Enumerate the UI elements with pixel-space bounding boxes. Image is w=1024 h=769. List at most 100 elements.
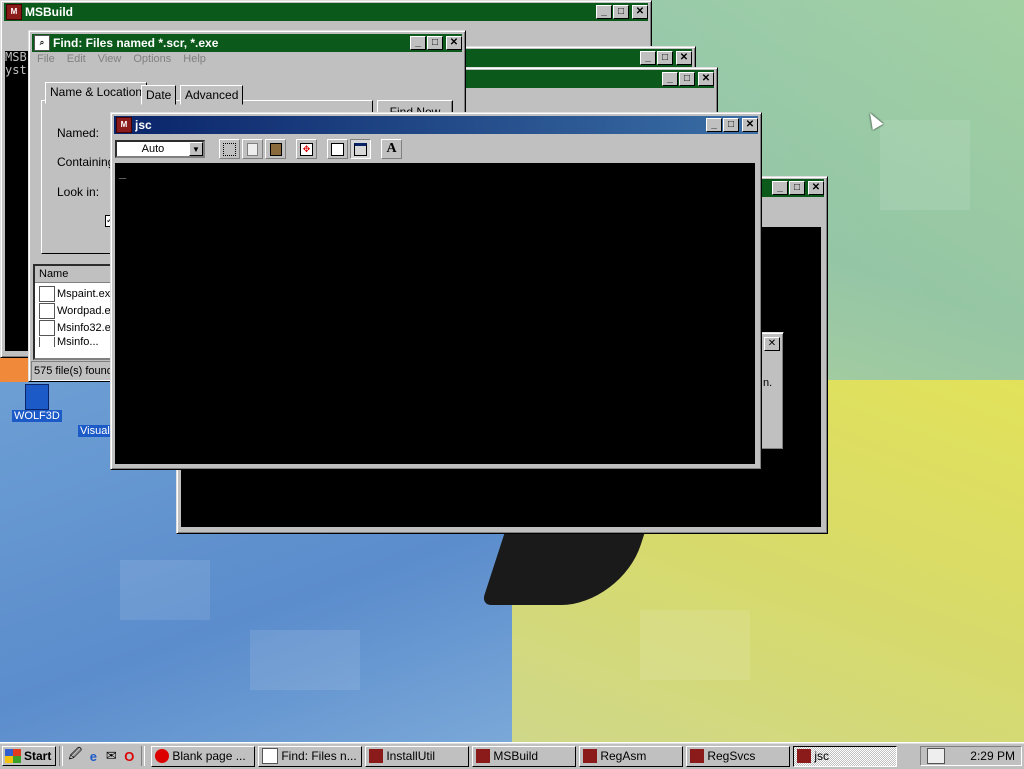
console-icon xyxy=(690,749,705,763)
minimize-icon[interactable]: _ xyxy=(772,181,788,195)
find-titlebar[interactable]: ⌕ Find: Files named *.scr, *.exe _ □ ✕ xyxy=(32,34,462,52)
font-size-select[interactable]: Auto ▼ xyxy=(115,140,205,158)
close-icon[interactable]: ✕ xyxy=(446,36,462,50)
column-header-name[interactable]: Name xyxy=(35,266,115,283)
task-label: MSBuild xyxy=(493,749,539,763)
wallpaper-orange xyxy=(0,356,30,382)
close-icon[interactable]: ✕ xyxy=(764,337,780,351)
wallpaper-tile xyxy=(880,120,970,210)
task-label: Blank page ... xyxy=(172,749,246,763)
window-title: jsc xyxy=(135,118,152,132)
taskbar: Start 🖉 e ✉ O Blank page ... Find: Files… xyxy=(0,742,1024,769)
maximize-icon[interactable]: □ xyxy=(613,5,629,19)
search-icon xyxy=(262,748,279,764)
task-regsvcs[interactable]: RegSvcs xyxy=(686,745,791,767)
dialog-text: n. xyxy=(763,377,773,389)
background-icon[interactable] xyxy=(350,139,371,159)
quicklaunch-divider xyxy=(59,746,64,766)
console-icon xyxy=(583,749,598,763)
opera-icon xyxy=(155,749,170,763)
background-titlebar[interactable]: _ □ ✕ xyxy=(464,49,692,67)
tab-name-location[interactable]: Name & Location xyxy=(45,82,148,104)
task-label: jsc xyxy=(814,749,830,763)
desktop-icon-wolf3d[interactable]: WOLF3D xyxy=(12,384,62,422)
menu-file[interactable]: File xyxy=(37,53,55,71)
window-title: MSBuild xyxy=(25,5,73,19)
chevron-down-icon[interactable]: ▼ xyxy=(189,142,203,156)
desktop-icon-label: WOLF3D xyxy=(12,410,62,422)
menu-edit[interactable]: Edit xyxy=(67,53,86,71)
task-jsc[interactable]: jsc xyxy=(793,745,898,767)
maximize-icon[interactable]: □ xyxy=(789,181,805,195)
desktop-icon[interactable]: 🖉 xyxy=(66,746,84,765)
copy-icon[interactable] xyxy=(242,139,263,159)
task-blank-page[interactable]: Blank page ... xyxy=(151,745,256,767)
mark-icon[interactable] xyxy=(219,139,240,159)
task-find[interactable]: Find: Files n... xyxy=(258,745,363,767)
desktop-icon-label: Visual xyxy=(78,425,112,437)
menu-view[interactable]: View xyxy=(98,53,122,71)
msbuild-app-icon: M xyxy=(6,4,22,20)
minimize-icon[interactable]: _ xyxy=(662,72,678,86)
task-msbuild[interactable]: MSBuild xyxy=(472,745,577,767)
clock[interactable]: 2:29 PM xyxy=(970,749,1015,763)
close-icon[interactable]: ✕ xyxy=(676,51,692,65)
task-label: Find: Files n... xyxy=(281,749,357,763)
task-label: InstallUtil xyxy=(386,749,436,763)
named-label: Named: xyxy=(57,126,100,140)
minimize-icon[interactable]: _ xyxy=(410,36,426,50)
tab-advanced[interactable]: Advanced xyxy=(180,85,244,105)
jsc-window[interactable]: M jsc _ □ ✕ Auto ▼ ✥ A _ xyxy=(110,112,762,470)
containing-label: Containing xyxy=(57,155,115,169)
windows-logo-icon xyxy=(5,749,21,763)
minimize-icon[interactable]: _ xyxy=(596,5,612,19)
tab-date[interactable]: Date xyxy=(141,85,177,105)
desktop: WOLF3D Visual M MSBuild _ □ ✕ MSB yst _ … xyxy=(0,0,1024,742)
dialog-fragment[interactable]: ✕ n. xyxy=(760,332,784,450)
msbuild-titlebar[interactable]: M MSBuild _ □ ✕ xyxy=(4,3,648,21)
start-button[interactable]: Start xyxy=(2,746,57,766)
paint-icon xyxy=(39,286,55,302)
task-regasm[interactable]: RegAsm xyxy=(579,745,684,767)
outlook-icon[interactable]: ✉ xyxy=(102,747,120,765)
minimize-icon[interactable]: _ xyxy=(640,51,656,65)
close-icon[interactable]: ✕ xyxy=(632,5,648,19)
properties-icon[interactable] xyxy=(327,139,348,159)
jsc-app-icon: M xyxy=(116,117,132,133)
maximize-icon[interactable]: □ xyxy=(723,118,739,132)
tray-app-icon[interactable] xyxy=(927,748,945,764)
ie-icon[interactable]: e xyxy=(84,747,102,765)
list-item[interactable]: Msinfo... xyxy=(39,337,99,347)
list-item[interactable]: Mspaint.exe xyxy=(39,286,116,302)
maximize-icon[interactable]: □ xyxy=(427,36,443,50)
desktop-icon-visual[interactable]: Visual xyxy=(78,425,112,437)
console-toolbar: Auto ▼ ✥ A xyxy=(115,137,402,161)
console-icon xyxy=(369,749,384,763)
wallpaper-tile xyxy=(250,630,360,690)
menu-help[interactable]: Help xyxy=(183,53,206,71)
console-icon xyxy=(797,749,812,763)
task-installutil[interactable]: InstallUtil xyxy=(365,745,470,767)
window-title: Find: Files named *.scr, *.exe xyxy=(53,36,219,50)
look-in-label: Look in: xyxy=(57,185,100,199)
file-name: Mspaint.exe xyxy=(57,288,117,300)
paste-icon[interactable] xyxy=(265,139,286,159)
system-tray: 2:29 PM xyxy=(920,746,1022,766)
opera-icon[interactable]: O xyxy=(120,747,138,765)
minimize-icon[interactable]: _ xyxy=(706,118,722,132)
msinfo-icon xyxy=(39,320,55,336)
maximize-icon[interactable]: □ xyxy=(679,72,695,86)
font-icon[interactable]: A xyxy=(381,139,402,159)
background-titlebar[interactable]: _ □ ✕ xyxy=(464,70,714,88)
menu-options[interactable]: Options xyxy=(133,53,171,71)
fullscreen-icon[interactable]: ✥ xyxy=(296,139,317,159)
close-icon[interactable]: ✕ xyxy=(742,118,758,132)
jsc-console[interactable]: _ xyxy=(115,163,755,464)
jsc-titlebar[interactable]: M jsc _ □ ✕ xyxy=(114,116,758,134)
close-icon[interactable]: ✕ xyxy=(698,72,714,86)
close-icon[interactable]: ✕ xyxy=(808,181,824,195)
file-icon xyxy=(39,337,55,347)
file-name: Msinfo... xyxy=(57,337,99,347)
maximize-icon[interactable]: □ xyxy=(657,51,673,65)
results-list[interactable]: Name Mspaint.exe Wordpad.exe Msinfo32.ex… xyxy=(33,264,122,360)
